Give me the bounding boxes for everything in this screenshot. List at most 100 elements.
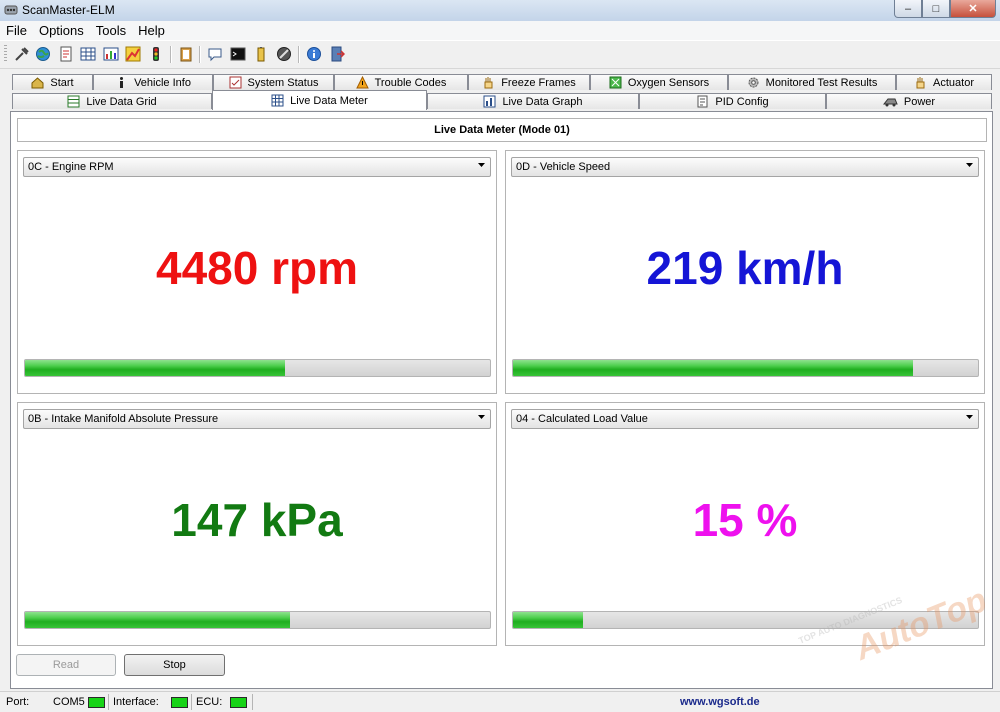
meter-bar <box>24 611 491 629</box>
ecu-led <box>230 697 247 708</box>
menu-tools[interactable]: Tools <box>90 23 132 38</box>
tab-trouble-codes[interactable]: Trouble Codes <box>334 74 468 90</box>
toolbar-separator <box>170 46 171 63</box>
pid-select[interactable]: 04 - Calculated Load Value <box>511 409 979 429</box>
website-link[interactable]: www.wgsoft.de <box>680 696 760 708</box>
map-icon[interactable] <box>125 46 141 62</box>
exit-icon[interactable] <box>329 46 345 62</box>
chart-icon[interactable] <box>103 46 119 62</box>
grid-icon <box>67 95 80 108</box>
pid-select-value: 04 - Calculated Load Value <box>516 413 648 425</box>
status-divider <box>191 694 192 710</box>
tab-label: Trouble Codes <box>374 76 447 89</box>
tab-row-1: Start Vehicle Info System Status Trouble… <box>12 74 992 91</box>
tab-label: Vehicle Info <box>134 76 191 89</box>
stop-icon[interactable] <box>276 46 292 62</box>
config-icon <box>697 95 708 108</box>
terminal-icon[interactable] <box>230 46 246 62</box>
minimize-button[interactable]: – <box>894 0 922 18</box>
tab-row-2: Live Data Grid Live Data Meter Live Data… <box>12 90 992 110</box>
chat-icon[interactable] <box>207 46 223 62</box>
tab-oxygen-sensors[interactable]: Oxygen Sensors <box>590 74 728 90</box>
meter-panel-map: 0B - Intake Manifold Absolute Pressure 1… <box>17 402 497 646</box>
meter-bar <box>512 611 979 629</box>
tab-live-data-grid[interactable]: Live Data Grid <box>12 93 212 109</box>
pid-select[interactable]: 0C - Engine RPM <box>23 157 491 177</box>
toolbar-grip[interactable] <box>4 45 7 63</box>
tab-live-data-meter[interactable]: Live Data Meter <box>212 90 427 110</box>
meter-panel-speed: 0D - Vehicle Speed 219 km/h <box>505 150 985 394</box>
info-icon[interactable] <box>306 46 322 62</box>
tab-label: Oxygen Sensors <box>627 76 710 89</box>
pid-select[interactable]: 0D - Vehicle Speed <box>511 157 979 177</box>
meter-value: 15 % <box>692 494 798 546</box>
meter-value: 147 kPa <box>171 494 343 546</box>
pid-select[interactable]: 0B - Intake Manifold Absolute Pressure <box>23 409 491 429</box>
sensor-icon <box>609 76 622 89</box>
tab-freeze-frames[interactable]: Freeze Frames <box>468 74 590 90</box>
traffic-light-icon[interactable] <box>148 46 164 62</box>
chevron-down-icon <box>966 163 973 167</box>
tab-label: Start <box>50 76 74 89</box>
menu-options[interactable]: Options <box>33 23 90 38</box>
document-icon[interactable] <box>58 46 74 62</box>
pid-select-value: 0C - Engine RPM <box>28 161 114 173</box>
power-icon <box>882 98 898 107</box>
port-value: COM5 <box>53 696 85 708</box>
gear-icon <box>748 77 759 88</box>
menu-file[interactable]: File <box>0 23 33 38</box>
tab-label: System Status <box>247 76 319 89</box>
ecu-label: ECU: <box>196 696 223 708</box>
tab-monitored-test-results[interactable]: Monitored Test Results <box>728 74 896 90</box>
tab-system-status[interactable]: System Status <box>213 74 334 90</box>
menu-help[interactable]: Help <box>132 23 171 38</box>
stop-button[interactable]: Stop <box>124 654 225 676</box>
tab-label: Live Data Grid <box>86 95 157 108</box>
tab-power[interactable]: Power <box>826 93 992 109</box>
menu-bar: File Options Tools Help <box>0 21 1000 40</box>
battery-icon[interactable] <box>253 46 269 62</box>
meter-icon <box>271 94 284 107</box>
read-button[interactable]: Read <box>16 654 116 676</box>
maximize-button[interactable]: □ <box>922 0 950 18</box>
toolbar-separator <box>298 46 299 63</box>
status-icon <box>229 76 242 89</box>
meter-panel-load: 04 - Calculated Load Value 15 % <box>505 402 985 646</box>
clipboard-icon[interactable] <box>178 46 194 62</box>
meter-value: 4480 rpm <box>155 242 358 294</box>
interface-led <box>171 697 188 708</box>
interface-label: Interface: <box>113 696 159 708</box>
tab-label: Freeze Frames <box>501 76 576 89</box>
title-bar: ScanMaster-ELM – □ ✕ <box>0 0 1000 22</box>
hand-icon <box>484 77 493 89</box>
meter-bar-fill <box>25 612 291 628</box>
hand-icon <box>916 77 925 89</box>
tab-label: Monitored Test Results <box>765 76 878 89</box>
tab-start[interactable]: Start <box>12 74 93 90</box>
close-button[interactable]: ✕ <box>950 0 996 18</box>
meter-bar <box>24 359 491 377</box>
connect-icon[interactable] <box>14 46 30 62</box>
warning-icon <box>355 76 369 89</box>
tab-actuator[interactable]: Actuator <box>896 74 992 90</box>
meter-bar-fill <box>25 360 286 376</box>
meter-bar-fill <box>513 360 913 376</box>
status-divider <box>108 694 109 710</box>
toolbar <box>0 40 1000 69</box>
status-divider <box>252 694 253 710</box>
tab-pid-config[interactable]: PID Config <box>639 93 826 109</box>
chevron-down-icon <box>478 415 485 419</box>
meter-bar-fill <box>513 612 583 628</box>
chevron-down-icon <box>478 163 485 167</box>
port-led <box>88 697 105 708</box>
grid-icon[interactable] <box>80 46 96 62</box>
status-bar: Port: COM5 Interface: ECU: www.wgsoft.de <box>0 691 1000 712</box>
graph-icon <box>483 95 496 108</box>
tab-live-data-graph[interactable]: Live Data Graph <box>427 93 639 109</box>
tab-vehicle-info[interactable]: Vehicle Info <box>93 74 213 90</box>
tab-label: Power <box>903 95 936 108</box>
globe-icon[interactable] <box>35 46 51 62</box>
port-label: Port: <box>6 696 30 708</box>
tab-label: Actuator <box>933 76 974 89</box>
info-icon <box>120 77 124 88</box>
